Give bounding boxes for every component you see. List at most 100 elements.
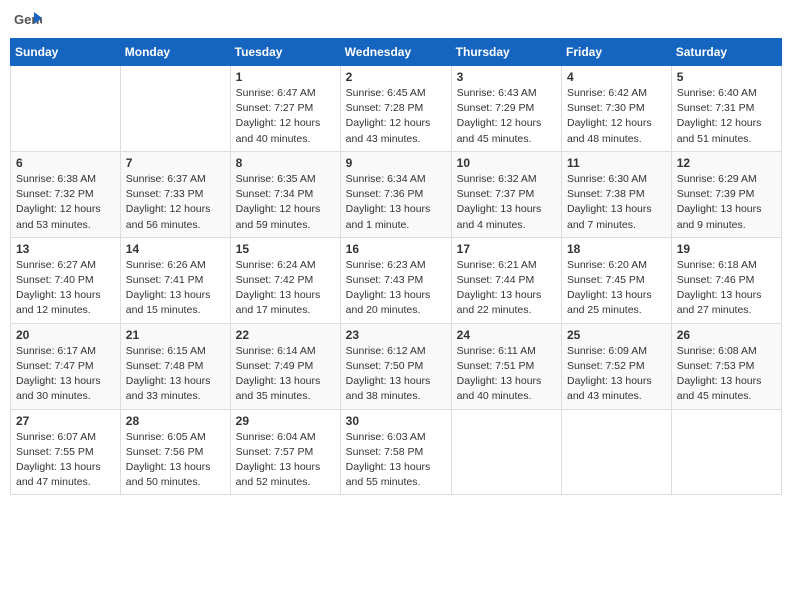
day-number: 24 xyxy=(457,328,556,342)
calendar-cell: 26 Sunrise: 6:08 AM Sunset: 7:53 PM Dayli… xyxy=(671,323,781,409)
calendar-cell: 13 Sunrise: 6:27 AM Sunset: 7:40 PM Dayli… xyxy=(11,237,121,323)
calendar-cell: 9 Sunrise: 6:34 AM Sunset: 7:36 PM Daylig… xyxy=(340,151,451,237)
day-number: 11 xyxy=(567,156,666,170)
day-number: 30 xyxy=(346,414,446,428)
day-info: Sunrise: 6:43 AM Sunset: 7:29 PM Dayligh… xyxy=(457,86,556,147)
calendar-cell: 14 Sunrise: 6:26 AM Sunset: 7:41 PM Dayli… xyxy=(120,237,230,323)
day-of-week-header: Saturday xyxy=(671,39,781,66)
day-of-week-header: Tuesday xyxy=(230,39,340,66)
day-number: 14 xyxy=(126,242,225,256)
calendar-cell xyxy=(120,66,230,152)
calendar-cell xyxy=(671,409,781,495)
day-number: 23 xyxy=(346,328,446,342)
day-number: 28 xyxy=(126,414,225,428)
day-number: 12 xyxy=(677,156,776,170)
day-number: 19 xyxy=(677,242,776,256)
day-info: Sunrise: 6:15 AM Sunset: 7:48 PM Dayligh… xyxy=(126,344,225,405)
day-info: Sunrise: 6:34 AM Sunset: 7:36 PM Dayligh… xyxy=(346,172,446,233)
day-number: 25 xyxy=(567,328,666,342)
day-info: Sunrise: 6:18 AM Sunset: 7:46 PM Dayligh… xyxy=(677,258,776,319)
day-info: Sunrise: 6:32 AM Sunset: 7:37 PM Dayligh… xyxy=(457,172,556,233)
day-number: 7 xyxy=(126,156,225,170)
day-info: Sunrise: 6:03 AM Sunset: 7:58 PM Dayligh… xyxy=(346,430,446,491)
day-number: 22 xyxy=(236,328,335,342)
day-number: 3 xyxy=(457,70,556,84)
calendar-table: SundayMondayTuesdayWednesdayThursdayFrid… xyxy=(10,38,782,495)
day-number: 1 xyxy=(236,70,335,84)
day-info: Sunrise: 6:24 AM Sunset: 7:42 PM Dayligh… xyxy=(236,258,335,319)
calendar-cell: 6Sunrise: 6:38 AM Sunset: 7:32 PM Daylig… xyxy=(11,151,121,237)
day-number: 5 xyxy=(677,70,776,84)
day-info: Sunrise: 6:40 AM Sunset: 7:31 PM Dayligh… xyxy=(677,86,776,147)
day-info: Sunrise: 6:26 AM Sunset: 7:41 PM Dayligh… xyxy=(126,258,225,319)
day-number: 2 xyxy=(346,70,446,84)
calendar-cell: 25 Sunrise: 6:09 AM Sunset: 7:52 PM Dayli… xyxy=(562,323,672,409)
day-of-week-header: Thursday xyxy=(451,39,561,66)
calendar-cell: 27 Sunrise: 6:07 AM Sunset: 7:55 PM Dayli… xyxy=(11,409,121,495)
calendar-cell: 20 Sunrise: 6:17 AM Sunset: 7:47 PM Dayli… xyxy=(11,323,121,409)
day-info: Sunrise: 6:11 AM Sunset: 7:51 PM Dayligh… xyxy=(457,344,556,405)
day-number: 21 xyxy=(126,328,225,342)
day-info: Sunrise: 6:37 AM Sunset: 7:33 PM Dayligh… xyxy=(126,172,225,233)
day-number: 9 xyxy=(346,156,446,170)
day-info: Sunrise: 6:08 AM Sunset: 7:53 PM Dayligh… xyxy=(677,344,776,405)
day-info: Sunrise: 6:30 AM Sunset: 7:38 PM Dayligh… xyxy=(567,172,666,233)
calendar-cell: 4 Sunrise: 6:42 AM Sunset: 7:30 PM Daylig… xyxy=(562,66,672,152)
calendar-cell: 18 Sunrise: 6:20 AM Sunset: 7:45 PM Dayli… xyxy=(562,237,672,323)
calendar-cell xyxy=(451,409,561,495)
day-info: Sunrise: 6:27 AM Sunset: 7:40 PM Dayligh… xyxy=(16,258,115,319)
calendar-cell: 12 Sunrise: 6:29 AM Sunset: 7:39 PM Dayli… xyxy=(671,151,781,237)
day-info: Sunrise: 6:20 AM Sunset: 7:45 PM Dayligh… xyxy=(567,258,666,319)
day-info: Sunrise: 6:21 AM Sunset: 7:44 PM Dayligh… xyxy=(457,258,556,319)
calendar-cell xyxy=(11,66,121,152)
day-number: 8 xyxy=(236,156,335,170)
page-header: General xyxy=(10,10,782,32)
calendar-cell xyxy=(562,409,672,495)
day-of-week-header: Wednesday xyxy=(340,39,451,66)
logo: General xyxy=(14,10,46,32)
day-info: Sunrise: 6:17 AM Sunset: 7:47 PM Dayligh… xyxy=(16,344,115,405)
day-of-week-header: Friday xyxy=(562,39,672,66)
day-number: 18 xyxy=(567,242,666,256)
day-number: 10 xyxy=(457,156,556,170)
day-info: Sunrise: 6:23 AM Sunset: 7:43 PM Dayligh… xyxy=(346,258,446,319)
day-number: 13 xyxy=(16,242,115,256)
day-number: 4 xyxy=(567,70,666,84)
calendar-cell: 10 Sunrise: 6:32 AM Sunset: 7:37 PM Dayli… xyxy=(451,151,561,237)
day-number: 27 xyxy=(16,414,115,428)
calendar-cell: 19 Sunrise: 6:18 AM Sunset: 7:46 PM Dayli… xyxy=(671,237,781,323)
day-info: Sunrise: 6:12 AM Sunset: 7:50 PM Dayligh… xyxy=(346,344,446,405)
day-number: 17 xyxy=(457,242,556,256)
calendar-cell: 2 Sunrise: 6:45 AM Sunset: 7:28 PM Daylig… xyxy=(340,66,451,152)
calendar-cell: 3 Sunrise: 6:43 AM Sunset: 7:29 PM Daylig… xyxy=(451,66,561,152)
day-info: Sunrise: 6:38 AM Sunset: 7:32 PM Dayligh… xyxy=(16,172,115,233)
calendar-cell: 30 Sunrise: 6:03 AM Sunset: 7:58 PM Dayli… xyxy=(340,409,451,495)
calendar-cell: 5 Sunrise: 6:40 AM Sunset: 7:31 PM Daylig… xyxy=(671,66,781,152)
day-number: 15 xyxy=(236,242,335,256)
calendar-cell: 11 Sunrise: 6:30 AM Sunset: 7:38 PM Dayli… xyxy=(562,151,672,237)
calendar-cell: 28 Sunrise: 6:05 AM Sunset: 7:56 PM Dayli… xyxy=(120,409,230,495)
day-info: Sunrise: 6:09 AM Sunset: 7:52 PM Dayligh… xyxy=(567,344,666,405)
calendar-cell: 7 Sunrise: 6:37 AM Sunset: 7:33 PM Daylig… xyxy=(120,151,230,237)
calendar-cell: 24 Sunrise: 6:11 AM Sunset: 7:51 PM Dayli… xyxy=(451,323,561,409)
logo-icon: General xyxy=(14,10,42,32)
day-number: 20 xyxy=(16,328,115,342)
calendar-cell: 16 Sunrise: 6:23 AM Sunset: 7:43 PM Dayli… xyxy=(340,237,451,323)
calendar-cell: 15 Sunrise: 6:24 AM Sunset: 7:42 PM Dayli… xyxy=(230,237,340,323)
day-info: Sunrise: 6:07 AM Sunset: 7:55 PM Dayligh… xyxy=(16,430,115,491)
calendar-cell: 17 Sunrise: 6:21 AM Sunset: 7:44 PM Dayli… xyxy=(451,237,561,323)
calendar-cell: 8 Sunrise: 6:35 AM Sunset: 7:34 PM Daylig… xyxy=(230,151,340,237)
day-info: Sunrise: 6:29 AM Sunset: 7:39 PM Dayligh… xyxy=(677,172,776,233)
calendar-cell: 23 Sunrise: 6:12 AM Sunset: 7:50 PM Dayli… xyxy=(340,323,451,409)
day-info: Sunrise: 6:47 AM Sunset: 7:27 PM Dayligh… xyxy=(236,86,335,147)
day-info: Sunrise: 6:05 AM Sunset: 7:56 PM Dayligh… xyxy=(126,430,225,491)
day-info: Sunrise: 6:04 AM Sunset: 7:57 PM Dayligh… xyxy=(236,430,335,491)
calendar-cell: 29Sunrise: 6:04 AM Sunset: 7:57 PM Dayli… xyxy=(230,409,340,495)
day-of-week-header: Monday xyxy=(120,39,230,66)
day-number: 16 xyxy=(346,242,446,256)
day-info: Sunrise: 6:35 AM Sunset: 7:34 PM Dayligh… xyxy=(236,172,335,233)
day-number: 26 xyxy=(677,328,776,342)
day-info: Sunrise: 6:14 AM Sunset: 7:49 PM Dayligh… xyxy=(236,344,335,405)
day-info: Sunrise: 6:42 AM Sunset: 7:30 PM Dayligh… xyxy=(567,86,666,147)
day-info: Sunrise: 6:45 AM Sunset: 7:28 PM Dayligh… xyxy=(346,86,446,147)
